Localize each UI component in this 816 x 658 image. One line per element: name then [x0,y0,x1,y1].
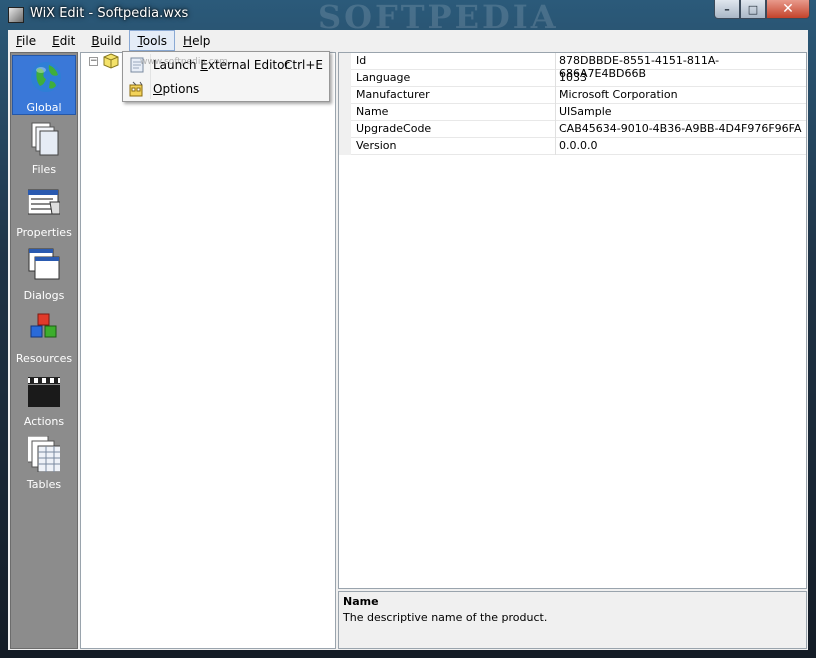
menu-tools-label: ools [142,34,168,48]
row-gutter [339,104,351,121]
properties-icon [28,189,60,215]
property-row-manufacturer[interactable]: Manufacturer Microsoft Corporation [339,87,806,104]
menu-item-label: Options [153,82,199,96]
maximize-button[interactable]: □ [740,0,766,19]
menu-build[interactable]: Build [83,30,129,51]
sidebar-item-label: Resources [15,352,73,365]
globe-icon [31,62,61,92]
column-divider [555,104,556,121]
property-value[interactable]: Microsoft Corporation [559,88,678,101]
app-window: WiX Edit - Softpedia.wxs SOFTPEDIA – □ ✕… [0,0,816,658]
property-name: UpgradeCode [356,122,432,135]
files-icon [31,122,59,156]
menu-edit-label: dit [59,34,76,48]
menu-tools[interactable]: Tools [129,30,176,51]
resources-icon [30,313,57,338]
menu-file[interactable]: File [8,30,44,51]
sidebar-item-label: Files [31,163,57,176]
menu-bar: File Edit Build Tools Help [8,30,808,51]
property-name: Name [356,105,389,118]
clapperboard-icon [28,377,60,407]
options-icon [129,81,143,97]
row-gutter [339,138,351,155]
window-title: WiX Edit - Softpedia.wxs [30,6,189,21]
property-value[interactable]: 0.0.0.0 [559,139,597,152]
property-row-id[interactable]: Id 878DBBDE-8551-4151-811A-686A7E4BD66B [339,53,806,80]
sidebar-item-label: Dialogs [23,289,65,302]
sidebar-item-properties[interactable]: Properties [11,181,77,241]
property-name: Language [356,71,411,84]
property-name: Id [356,54,367,67]
column-divider [555,87,556,104]
property-row-version[interactable]: Version 0.0.0.0 [339,138,806,155]
sidebar-item-files[interactable]: Files [11,118,77,178]
sidebar-item-global[interactable]: Global [12,55,76,115]
minimize-button[interactable]: – [714,0,740,19]
property-value[interactable]: CAB45634-9010-4B36-A9BB-4D4F976F96FA [559,122,802,135]
tables-icon [28,436,60,472]
menu-edit[interactable]: Edit [44,30,83,51]
close-icon: ✕ [782,1,794,17]
title-bar[interactable]: WiX Edit - Softpedia.wxs SOFTPEDIA – □ ✕ [0,0,816,36]
minimize-icon: – [724,2,730,16]
description-text: The descriptive name of the product. [343,611,548,624]
column-divider [555,138,556,155]
sidebar-item-label: Tables [26,478,62,491]
row-gutter [339,70,351,87]
row-gutter [339,121,351,138]
close-button[interactable]: ✕ [766,0,810,19]
dialogs-icon [28,248,60,280]
tree-view[interactable]: − [80,52,336,649]
column-divider [555,70,556,87]
tree-collapse-toggle[interactable]: − [89,57,98,66]
property-description-panel: Name The descriptive name of the product… [338,591,807,649]
sidebar-item-dialogs[interactable]: Dialogs [11,244,77,304]
sidebar-item-actions[interactable]: Actions [11,370,77,430]
description-title: Name [343,595,379,608]
menu-item-shortcut: Ctrl+E [284,58,323,72]
product-node-icon[interactable] [103,53,119,69]
row-gutter [339,53,351,70]
column-divider [555,53,556,70]
menu-file-label: ile [22,34,37,48]
menu-edit-mnemonic: E [52,34,60,48]
row-gutter [339,87,351,104]
menu-help-label: elp [192,34,211,48]
sidebar-item-resources[interactable]: Resources [11,307,77,367]
sidebar-item-label: Properties [16,226,72,239]
property-value[interactable]: 1033 [559,71,587,84]
label-suffix: ptions [162,82,200,96]
menu-build-label: uild [99,34,122,48]
property-name: Manufacturer [356,88,430,101]
menu-help[interactable]: Help [175,30,218,51]
sidebar-item-label: Actions [23,415,65,428]
client-area: File Edit Build Tools Help Global Files … [8,30,808,650]
column-divider [555,121,556,138]
menu-build-mnemonic: B [91,34,100,48]
sidebar-item-label: Global [26,101,62,114]
sidebar: Global Files Properties Dialogs Resource… [10,52,78,649]
property-row-name[interactable]: Name UISample [339,104,806,121]
property-row-upgradecode[interactable]: UpgradeCode CAB45634-9010-4B36-A9BB-4D4F… [339,121,806,138]
app-icon[interactable] [8,7,24,23]
property-row-language[interactable]: Language 1033 [339,70,806,87]
property-grid: Id 878DBBDE-8551-4151-811A-686A7E4BD66B … [338,52,807,589]
maximize-icon: □ [747,2,759,16]
caption-buttons: – □ ✕ [714,0,810,20]
softpedia-url-watermark: www.softpedia.com [140,57,228,67]
menu-item-options[interactable]: Options [125,78,327,100]
property-value[interactable]: UISample [559,105,612,118]
menu-help-mnemonic: H [183,34,193,48]
property-name: Version [356,139,397,152]
sidebar-item-tables[interactable]: Tables [11,433,77,493]
